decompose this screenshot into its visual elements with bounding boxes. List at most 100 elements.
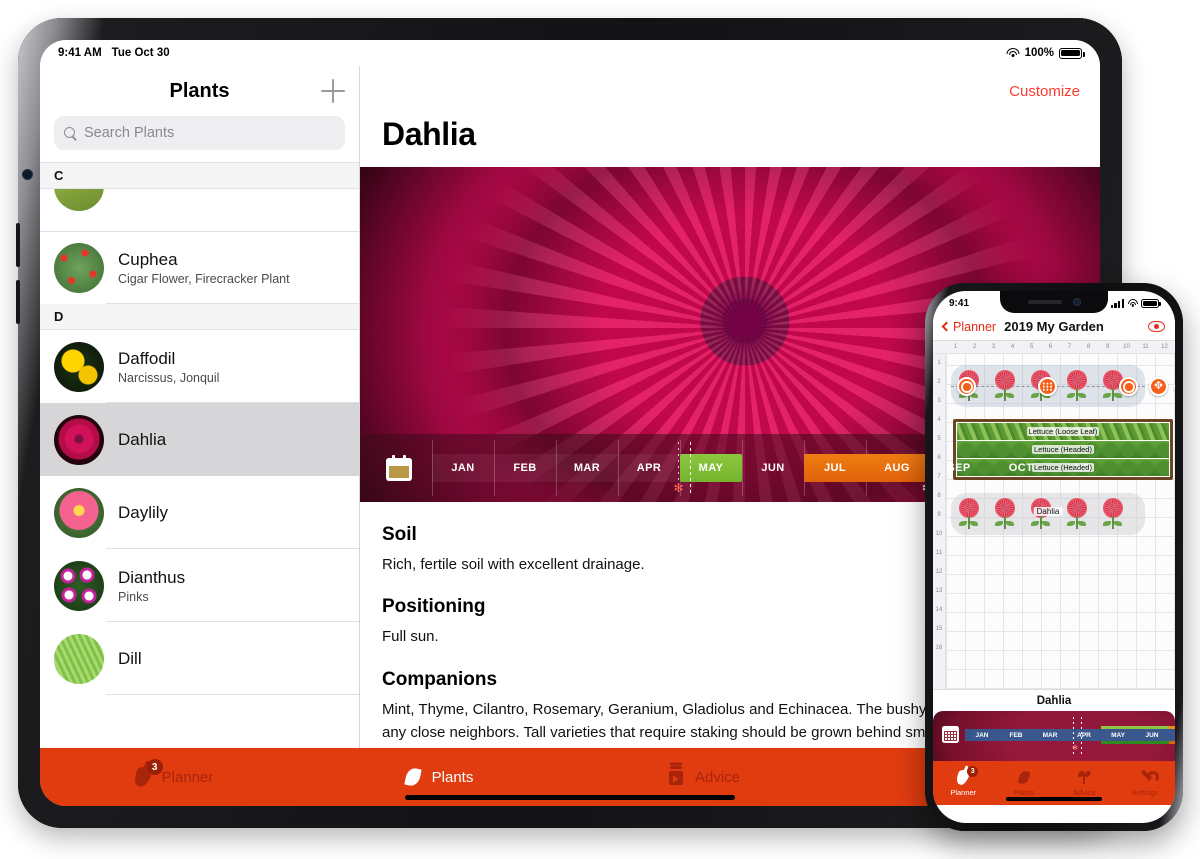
selected-plant-title: Dahlia (933, 689, 1175, 711)
plant-thumbnail (54, 243, 104, 293)
garden-plan-canvas[interactable]: 1 2 3 4 5 6 7 8 9 10 11 12 1 2 3 4 5 6 7… (933, 341, 1175, 689)
tab-plants[interactable]: Plants (994, 769, 1055, 797)
back-button[interactable]: Planner (941, 319, 997, 334)
plant-name: Daylily (118, 502, 169, 522)
snowflake-icon: ✻ (673, 481, 684, 495)
list-item[interactable]: Dianthus Pinks (40, 549, 359, 622)
list-item[interactable]: Daffodil Narcissus, Jonquil (40, 330, 359, 403)
tab-label: Plants (1013, 787, 1035, 797)
home-indicator[interactable] (405, 795, 735, 800)
dahlia-plant[interactable] (992, 370, 1018, 402)
month-feb[interactable]: FEB (999, 729, 1033, 741)
bed-lettuce[interactable]: Lettuce (Loose Leaf) Lettuce (Headed) Le… (953, 419, 1173, 480)
plant-name: Dahlia (118, 429, 167, 449)
tab-label: Advice (694, 768, 741, 786)
screenshot-stage: 9:41 AM Tue Oct 30 100% Plants Search Pl… (0, 0, 1200, 859)
col-num: 10 (1123, 344, 1130, 350)
month-jul-harvest[interactable]: JUL (1169, 726, 1175, 744)
lettuce-headed-row-2[interactable]: Lettuce (Headed) (957, 459, 1169, 476)
dahlia-plant[interactable] (956, 498, 982, 530)
dahlia-plant[interactable] (1100, 498, 1126, 530)
list-item[interactable]: Daylily (40, 476, 359, 549)
row-num: 7 (937, 474, 941, 480)
rotate-handle[interactable] (957, 377, 976, 396)
tab-advice[interactable]: Advice (570, 766, 835, 788)
plant-label: Dahlia (1033, 507, 1063, 516)
customize-button[interactable]: Customize (1009, 83, 1080, 100)
battery-percent: 100% (1024, 47, 1054, 59)
tab-plants[interactable]: Plants (305, 766, 570, 788)
iphone-nav-bar: Planner 2019 My Garden (933, 313, 1175, 341)
list-item-selected[interactable]: Dahlia (40, 403, 359, 476)
month-mar[interactable]: MAR (1033, 729, 1067, 741)
month-jan[interactable]: JAN (965, 729, 999, 741)
col-num: 11 (1142, 344, 1149, 350)
leaf-icon (1016, 769, 1032, 786)
tab-settings[interactable]: Settings (1115, 770, 1176, 797)
ipad-status-bar: 9:41 AM Tue Oct 30 100% (40, 40, 1100, 66)
month-may-sow[interactable]: MAY (1101, 726, 1135, 744)
sidebar-header: Plants (40, 66, 359, 116)
row-num: 1 (937, 360, 941, 366)
plus-icon[interactable] (321, 79, 345, 103)
plant-name: Daffodil (118, 348, 176, 368)
plant-label: Lettuce (Headed) (1032, 463, 1094, 472)
row-num: 9 (937, 512, 941, 518)
plant-label: Lettuce (Headed) (1032, 445, 1094, 454)
status-time: 9:41 AM (58, 47, 102, 59)
month-feb[interactable]: FEB (494, 454, 556, 482)
row-num: 4 (937, 417, 941, 423)
row-num: 5 (937, 436, 941, 442)
month-mar[interactable]: MAR (556, 454, 618, 482)
tab-label: Settings (1131, 787, 1159, 797)
wifi-icon (1006, 47, 1020, 59)
lettuce-headed-row-1[interactable]: Lettuce (Headed) (957, 441, 1169, 458)
eye-icon[interactable] (1148, 321, 1165, 332)
status-date: Tue Oct 30 (111, 47, 170, 59)
move-handle[interactable] (1149, 377, 1168, 396)
month-jan[interactable]: JAN (432, 454, 494, 482)
sprout-icon (1076, 770, 1092, 786)
bed-dahlia-top[interactable] (951, 365, 1145, 407)
bed-dahlia[interactable]: Dahlia (951, 493, 1145, 535)
sidebar-title: Plants (169, 79, 230, 102)
ipad-volume-down-button[interactable] (16, 280, 20, 324)
list-item[interactable]: Cuphea Cigar Flower, Firecracker Plant (40, 231, 359, 304)
planner-badge: 3 (967, 765, 979, 777)
dahlia-plant[interactable] (1064, 370, 1090, 402)
section-header-d: D (40, 304, 359, 330)
rotate-handle[interactable] (1119, 377, 1138, 396)
ipad-volume-up-button[interactable] (16, 223, 20, 267)
list-item[interactable] (40, 189, 359, 231)
dahlia-plant[interactable] (1064, 498, 1090, 530)
chevron-left-icon (941, 321, 952, 332)
dahlia-plant[interactable] (992, 498, 1018, 530)
month-jun-sow[interactable]: JUN (1135, 726, 1169, 744)
leaf-icon (402, 766, 424, 788)
row-num: 8 (937, 493, 941, 499)
plants-list[interactable]: C Cuphea Cigar Flower, Firecracker Plant… (40, 162, 359, 748)
grip-handle[interactable] (1038, 377, 1057, 396)
month-aug-harvest[interactable]: AUG (866, 454, 928, 482)
month-jul-harvest[interactable]: JUL (804, 454, 866, 482)
month-apr[interactable]: APR (618, 454, 680, 482)
row-num: 3 (937, 398, 941, 404)
col-num: 6 (1048, 344, 1053, 350)
section-header-c: C (40, 163, 359, 189)
lettuce-loose-leaf-row[interactable]: Lettuce (Loose Leaf) (957, 423, 1169, 440)
plant-thumbnail (54, 189, 104, 211)
tab-planner[interactable]: 3 Planner (40, 759, 305, 790)
row-num: 2 (937, 379, 941, 385)
jar-icon (665, 766, 687, 788)
iphone-growing-timeline[interactable]: JAN FEB MAR APR MAY JUN JUL ✻ (933, 711, 1175, 761)
timeline-track[interactable]: JAN FEB MAR APR MAY JUN JUL (965, 726, 1175, 744)
tab-advice[interactable]: Advice (1054, 770, 1115, 797)
search-input[interactable]: Search Plants (54, 116, 345, 150)
col-num: 2 (972, 344, 977, 350)
list-item[interactable]: Dill (40, 622, 359, 695)
month-jun[interactable]: JUN (742, 454, 804, 482)
tab-planner[interactable]: 3 Planner (933, 765, 994, 797)
back-label: Planner (953, 319, 997, 334)
home-indicator[interactable] (1006, 797, 1102, 801)
tab-label: Advice (1072, 787, 1096, 797)
